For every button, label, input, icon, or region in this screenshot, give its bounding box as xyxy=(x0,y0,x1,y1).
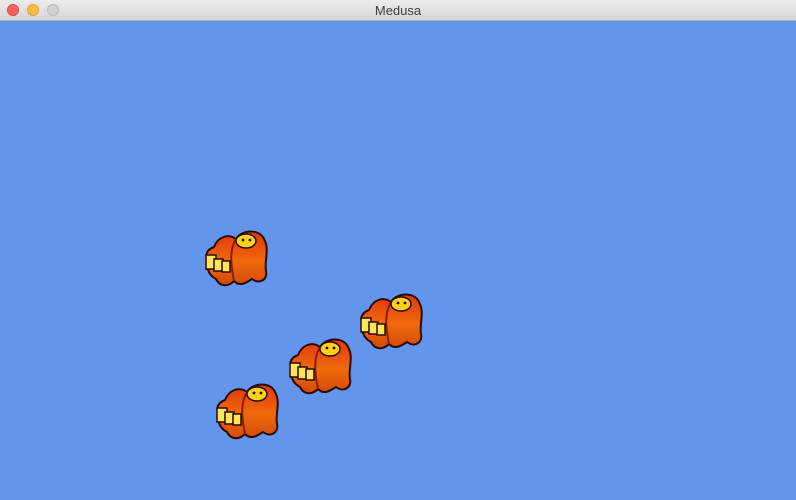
medusa-sprite-1[interactable] xyxy=(200,227,272,291)
window-title: Medusa xyxy=(374,3,422,18)
medusa-sprite-3[interactable] xyxy=(284,335,356,399)
orange-cloak-creature-icon xyxy=(216,383,279,440)
orange-cloak-creature-icon xyxy=(360,293,423,350)
app-window: Medusa xyxy=(0,0,796,500)
medusa-sprite-2[interactable] xyxy=(355,290,427,354)
orange-cloak-creature-icon xyxy=(205,230,268,287)
title-bar[interactable]: Medusa xyxy=(0,0,796,21)
game-scene[interactable] xyxy=(0,21,796,500)
orange-cloak-creature-icon xyxy=(289,338,352,395)
medusa-sprite-4[interactable] xyxy=(211,380,283,444)
